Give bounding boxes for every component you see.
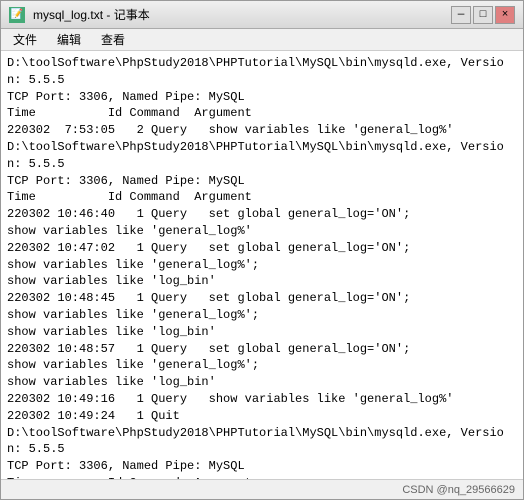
text-content[interactable]: D:\toolSoftware\PhpStudy2018\PHPTutorial… bbox=[1, 51, 523, 479]
log-line: TCP Port: 3306, Named Pipe: MySQL bbox=[7, 458, 517, 475]
notepad-window: 📝 mysql_log.txt - 记事本 — □ × 文件 编辑 查看 D:\… bbox=[0, 0, 524, 500]
close-button[interactable]: × bbox=[495, 6, 515, 24]
log-line: D:\toolSoftware\PhpStudy2018\PHPTutorial… bbox=[7, 55, 517, 89]
log-line: show variables like 'log_bin' bbox=[7, 374, 517, 391]
window-title: mysql_log.txt - 记事本 bbox=[33, 6, 443, 23]
app-icon: 📝 bbox=[9, 7, 25, 23]
title-bar: 📝 mysql_log.txt - 记事本 — □ × bbox=[1, 1, 523, 29]
window-controls: — □ × bbox=[451, 6, 515, 24]
maximize-button[interactable]: □ bbox=[473, 6, 493, 24]
log-line: show variables like 'general_log%'; bbox=[7, 257, 517, 274]
menu-view[interactable]: 查看 bbox=[93, 29, 133, 50]
minimize-button[interactable]: — bbox=[451, 6, 471, 24]
log-line: D:\toolSoftware\PhpStudy2018\PHPTutorial… bbox=[7, 425, 517, 459]
log-line: show variables like 'log_bin' bbox=[7, 273, 517, 290]
log-line: 220302 10:48:45 1 Query set global gener… bbox=[7, 290, 517, 307]
log-line: 220302 7:53:05 2 Query show variables li… bbox=[7, 122, 517, 139]
menu-file[interactable]: 文件 bbox=[5, 29, 45, 50]
log-line: show variables like 'general_log%'; bbox=[7, 307, 517, 324]
status-bar: CSDN @nq_29566629 bbox=[1, 479, 523, 499]
log-line-header: Time Id Command Argument bbox=[7, 105, 517, 122]
log-line: 220302 10:46:40 1 Query set global gener… bbox=[7, 206, 517, 223]
log-line: TCP Port: 3306, Named Pipe: MySQL bbox=[7, 89, 517, 106]
menu-bar: 文件 编辑 查看 bbox=[1, 29, 523, 51]
menu-edit[interactable]: 编辑 bbox=[49, 29, 89, 50]
log-line: 220302 10:48:57 1 Query set global gener… bbox=[7, 341, 517, 358]
log-line: show variables like 'general_log%'; bbox=[7, 357, 517, 374]
log-line-header: Time Id Command Argument bbox=[7, 189, 517, 206]
log-line: show variables like 'general_log%' bbox=[7, 223, 517, 240]
log-line: D:\toolSoftware\PhpStudy2018\PHPTutorial… bbox=[7, 139, 517, 173]
log-line: 220302 10:47:02 1 Query set global gener… bbox=[7, 240, 517, 257]
log-line: TCP Port: 3306, Named Pipe: MySQL bbox=[7, 173, 517, 190]
log-line: show variables like 'log_bin' bbox=[7, 324, 517, 341]
log-line: 220302 10:49:24 1 Quit bbox=[7, 408, 517, 425]
status-text: CSDN @nq_29566629 bbox=[402, 484, 515, 496]
log-line: 220302 10:49:16 1 Query show variables l… bbox=[7, 391, 517, 408]
